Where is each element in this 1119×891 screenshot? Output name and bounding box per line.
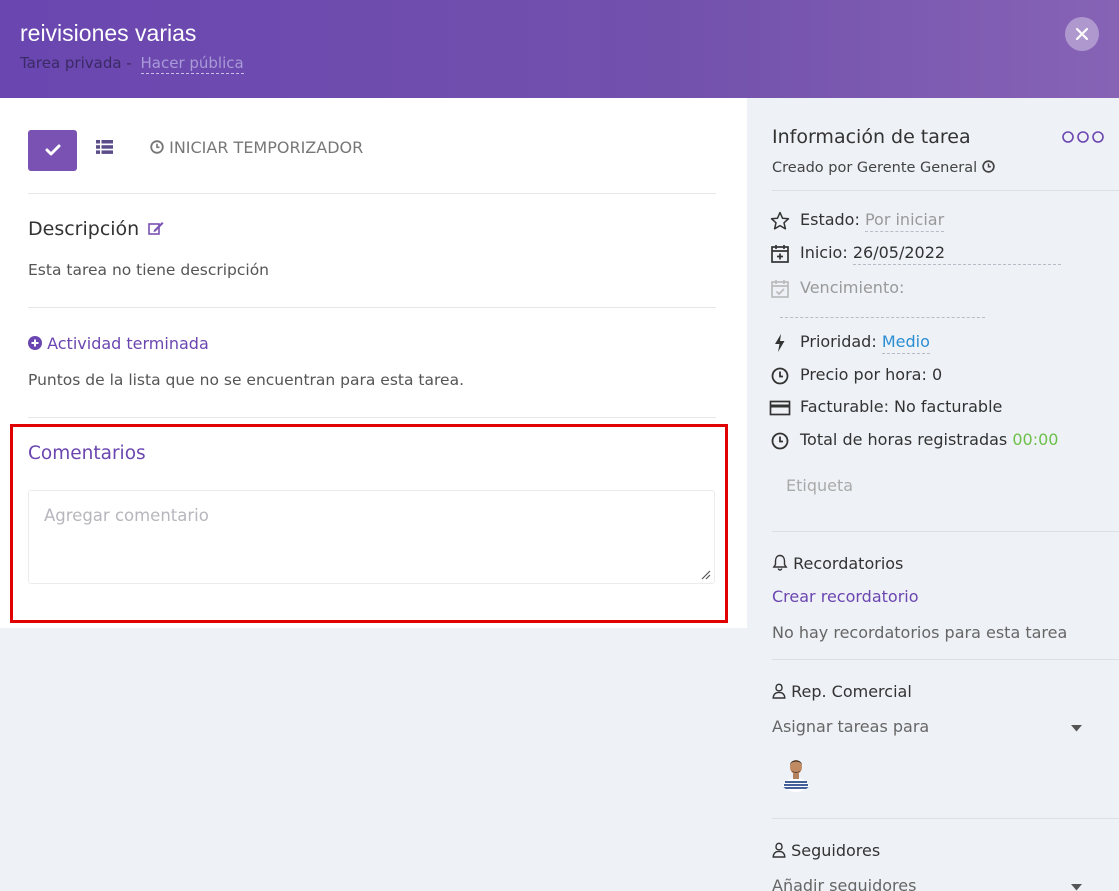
more-options-button[interactable] [1062, 131, 1104, 147]
clock-icon [771, 432, 789, 449]
comments-title: Comentarios [28, 443, 146, 464]
divider [28, 307, 716, 308]
make-public-link[interactable]: Hacer pública [140, 54, 244, 74]
priority-value[interactable]: Medio [881, 332, 930, 354]
priority-label: Prioridad: [800, 332, 877, 351]
billable-row: Facturable: No facturable [769, 395, 1002, 419]
divider [772, 190, 1119, 191]
credit-card-icon [769, 400, 791, 415]
create-reminder-link[interactable]: Crear recordatorio [772, 587, 919, 606]
followers-heading: Seguidores [772, 841, 880, 860]
due-date-row: Vencimiento: [769, 276, 904, 300]
checklist-button[interactable] [96, 138, 116, 162]
billable-text: Facturable: No facturable [800, 397, 1003, 416]
sales-rep-title: Rep. Comercial [791, 682, 912, 701]
more-icon [1062, 131, 1104, 143]
due-date-field[interactable] [780, 317, 985, 318]
description-heading: Descripción [28, 218, 164, 240]
clock-icon [982, 160, 995, 173]
start-date-value[interactable]: 26/05/2022 [852, 243, 1062, 265]
task-toolbar: INICIAR TEMPORIZADOR [28, 130, 716, 171]
followers-placeholder: Añadir seguidores [772, 876, 917, 891]
task-visibility: Tarea privada - Hacer pública [20, 54, 244, 74]
calendar-check-icon [771, 279, 789, 298]
mark-complete-button[interactable] [28, 130, 77, 171]
description-text: Esta tarea no tiene descripción [28, 261, 270, 279]
task-info-sidebar: Información de tarea Creado por Gerente … [747, 98, 1119, 891]
resize-grip-icon[interactable] [700, 569, 711, 580]
task-header: reivisiones varias Tarea privada - Hacer… [0, 0, 1119, 98]
followers-select[interactable]: Añadir seguidores [772, 876, 1107, 891]
finished-activity-link[interactable]: Actividad terminada [28, 334, 209, 353]
due-date-label: Vencimiento: [800, 278, 905, 297]
divider [772, 659, 1119, 660]
chevron-down-icon[interactable] [1071, 884, 1082, 891]
checklist-empty-text: Puntos de la lista que no se encuentran … [28, 371, 464, 389]
user-icon [772, 842, 786, 858]
reminders-title: Recordatorios [793, 554, 904, 573]
start-date-row: Inicio: 26/05/2022 [769, 241, 1062, 265]
edit-icon[interactable] [148, 221, 164, 236]
status-label: Estado: [800, 210, 860, 229]
reminders-empty-text: No hay recordatorios para esta tarea [772, 623, 1068, 642]
start-timer-label: INICIAR TEMPORIZADOR [169, 138, 364, 157]
visibility-label: Tarea privada - [20, 54, 132, 72]
total-hours-value: 00:00 [1012, 430, 1059, 449]
avatar-image [777, 754, 815, 792]
close-button[interactable] [1065, 17, 1099, 51]
priority-row: Prioridad: Medio [769, 330, 930, 354]
start-date-label: Inicio: [800, 243, 848, 262]
task-info-title: Información de tarea [772, 126, 971, 148]
comment-input[interactable] [28, 490, 715, 584]
creator-text: Creado por Gerente General [772, 160, 978, 176]
assignee-select[interactable]: Asignar tareas para [772, 717, 1107, 736]
status-row: Estado: Por iniciar [769, 208, 945, 232]
status-value[interactable]: Por iniciar [864, 210, 945, 232]
divider [28, 193, 716, 194]
avatar[interactable] [777, 754, 815, 792]
star-icon [770, 211, 790, 230]
assignee-placeholder: Asignar tareas para [772, 717, 930, 736]
total-hours-row: Total de horas registradas 00:00 [769, 428, 1058, 452]
plus-circle-icon [28, 336, 42, 350]
finished-activity-label: Actividad terminada [47, 334, 209, 353]
task-title: reivisiones varias [20, 20, 197, 46]
hourly-rate-text: Precio por hora: 0 [800, 365, 943, 384]
calendar-plus-icon [771, 244, 789, 263]
chevron-down-icon[interactable] [1071, 725, 1082, 732]
close-icon [1075, 27, 1089, 41]
user-icon [772, 683, 786, 699]
list-icon [96, 140, 113, 154]
divider [28, 417, 716, 418]
description-title: Descripción [28, 218, 140, 240]
start-timer-button[interactable]: INICIAR TEMPORIZADOR [150, 138, 363, 157]
followers-title: Seguidores [791, 841, 881, 860]
sales-rep-heading: Rep. Comercial [772, 682, 912, 701]
task-creator: Creado por Gerente General [772, 160, 995, 176]
clock-icon [150, 140, 164, 154]
tag-input[interactable]: Etiqueta [772, 476, 1072, 495]
bell-icon [772, 554, 788, 571]
reminders-heading: Recordatorios [772, 554, 903, 573]
divider [772, 818, 1119, 819]
divider [772, 531, 1119, 532]
clock-icon [771, 367, 789, 384]
bolt-icon [775, 333, 785, 352]
hourly-rate-row: Precio por hora: 0 [769, 363, 942, 387]
total-hours-label: Total de horas registradas [800, 430, 1008, 449]
check-icon [45, 144, 60, 156]
